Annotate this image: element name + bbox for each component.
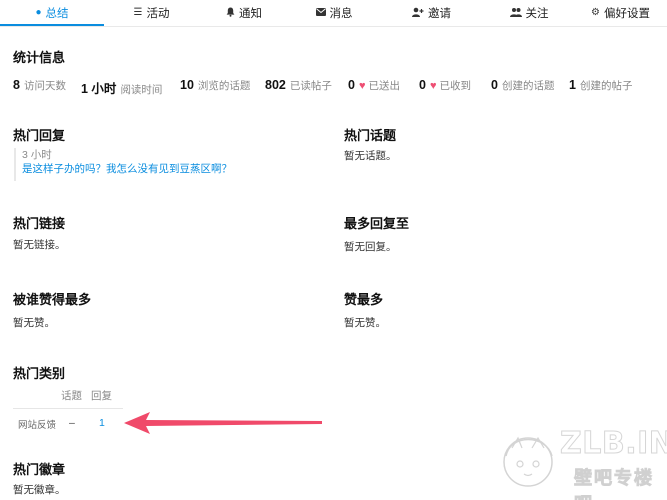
column-header-replies: 回复 bbox=[91, 390, 112, 402]
most-replied-to-title: 最多回复至 bbox=[344, 216, 410, 231]
stat-value: 10 bbox=[180, 78, 194, 92]
stat-posts-created: 1 创建的帖子 bbox=[569, 78, 632, 94]
top-topics-title: 热门话题 bbox=[344, 128, 397, 143]
user-icon: ● bbox=[35, 7, 42, 18]
stat-value: 1 小时 bbox=[81, 82, 117, 96]
category-topics-count: – bbox=[69, 417, 75, 429]
table-divider bbox=[13, 408, 123, 409]
stat-topics-created: 0 创建的话题 bbox=[491, 78, 554, 94]
tab-notifications-label: 通知 bbox=[239, 8, 262, 20]
stat-value: 0 bbox=[348, 78, 355, 92]
watermark: ZLB.INK 壁吧专楼吧 bbox=[498, 420, 667, 500]
column-header-topics: 话题 bbox=[61, 390, 82, 402]
category-link[interactable]: 网站反馈 bbox=[18, 417, 56, 431]
stat-likes-received: 0 ♥ 已收到 bbox=[419, 78, 471, 94]
tab-notifications[interactable]: 通知 bbox=[199, 0, 289, 26]
tab-invites-label: 邀请 bbox=[428, 8, 451, 20]
tab-follow-label: 关注 bbox=[525, 8, 549, 20]
watermark-text: ZLB.INK bbox=[559, 426, 667, 462]
users-icon bbox=[509, 7, 522, 20]
bell-icon bbox=[226, 7, 235, 20]
tab-activity[interactable]: ☰ 活动 bbox=[104, 0, 199, 26]
most-liked-title: 赞最多 bbox=[344, 292, 384, 307]
stat-label: 访问天数 bbox=[23, 80, 66, 92]
stat-value: 802 bbox=[265, 78, 286, 92]
stat-value: 1 bbox=[569, 78, 576, 92]
top-badges-empty: 暂无徽章。 bbox=[13, 484, 66, 496]
top-replies-title: 热门回复 bbox=[13, 128, 66, 143]
top-topics-empty: 暂无话题。 bbox=[344, 150, 397, 162]
annotation-arrow bbox=[124, 412, 322, 434]
heart-icon: ♥ bbox=[429, 80, 437, 92]
top-badges-title: 热门徽章 bbox=[13, 462, 66, 477]
stat-label: 阅读时间 bbox=[120, 84, 163, 96]
heart-icon: ♥ bbox=[358, 80, 366, 92]
tab-preferences-label: 偏好设置 bbox=[603, 8, 650, 20]
top-categories-title: 热门类别 bbox=[13, 366, 66, 381]
top-links-empty: 暂无链接。 bbox=[13, 239, 66, 251]
stat-posts-read: 802 已读帖子 bbox=[265, 78, 332, 94]
tab-invites[interactable]: 邀请 bbox=[379, 0, 484, 26]
top-links-title: 热门链接 bbox=[13, 216, 66, 231]
tab-summary-label: 总结 bbox=[45, 8, 69, 20]
stat-value: 8 bbox=[13, 78, 20, 92]
reply-link[interactable]: 是这样子办的吗？我怎么没有见到豆蒸区啊？ bbox=[22, 162, 314, 176]
user-nav-bar: ● 总结 ☰ 活动 通知 消息 邀请 关注 ⚙ 偏好设置 bbox=[0, 0, 667, 27]
tab-follow[interactable]: 关注 bbox=[484, 0, 574, 26]
envelope-icon bbox=[315, 7, 326, 19]
tab-activity-label: 活动 bbox=[146, 8, 170, 20]
tab-messages[interactable]: 消息 bbox=[289, 0, 379, 26]
most-liked-by-empty: 暂无赞。 bbox=[13, 317, 55, 329]
stat-label: 已收到 bbox=[439, 80, 471, 92]
gear-icon: ⚙ bbox=[591, 7, 600, 18]
most-replied-to-empty: 暂无回复。 bbox=[344, 241, 397, 253]
stats-title: 统计信息 bbox=[13, 50, 66, 65]
stat-topics-viewed: 10 浏览的话题 bbox=[180, 78, 250, 94]
list-icon: ☰ bbox=[133, 7, 143, 18]
most-liked-by-title: 被谁赞得最多 bbox=[13, 292, 92, 307]
tab-summary[interactable]: ● 总结 bbox=[0, 0, 104, 26]
stat-likes-given: 0 ♥ 已送出 bbox=[348, 78, 400, 94]
stat-days-visited: 8 访问天数 bbox=[13, 78, 66, 94]
stat-label: 浏览的话题 bbox=[197, 80, 251, 92]
stat-value: 0 bbox=[491, 78, 498, 92]
reply-time: 3 小时 bbox=[22, 149, 52, 161]
user-plus-icon bbox=[412, 7, 424, 20]
mascot-watermark-icon bbox=[503, 436, 553, 487]
tab-messages-label: 消息 bbox=[329, 8, 353, 20]
stat-value: 0 bbox=[419, 78, 426, 92]
stat-label: 创建的话题 bbox=[501, 80, 555, 92]
active-tab-underline bbox=[0, 24, 104, 26]
reply-item: 3 小时 是这样子办的吗？我怎么没有见到豆蒸区啊？ bbox=[14, 148, 314, 181]
stat-read-time: 1 小时 阅读时间 bbox=[81, 78, 163, 96]
category-replies-count[interactable]: 1 bbox=[99, 417, 105, 429]
stat-label: 已读帖子 bbox=[289, 80, 332, 92]
watermark-subtext: 壁吧专楼吧 bbox=[574, 468, 654, 500]
most-liked-empty: 暂无赞。 bbox=[344, 317, 386, 329]
stat-label: 创建的帖子 bbox=[579, 80, 633, 92]
stat-label: 已送出 bbox=[368, 80, 400, 92]
tab-preferences[interactable]: ⚙ 偏好设置 bbox=[574, 0, 667, 26]
